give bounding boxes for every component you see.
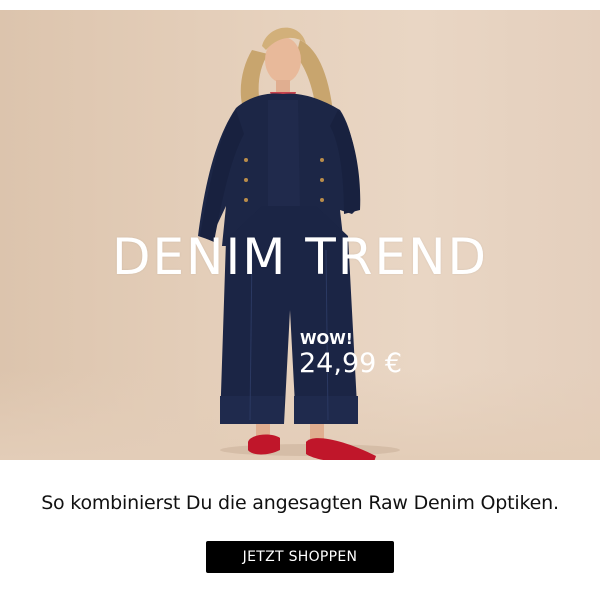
hero-banner[interactable]: DENIM TREND WOW! 24,99 € [0, 10, 600, 460]
price-badge: WOW! [300, 330, 353, 348]
hero-headline: DENIM TREND [111, 228, 489, 286]
price-label: 24,99 € [299, 348, 403, 379]
shop-now-button[interactable]: JETZT SHOPPEN [206, 541, 394, 573]
promo-subline: So kombinierst Du die angesagten Raw Den… [41, 492, 559, 514]
